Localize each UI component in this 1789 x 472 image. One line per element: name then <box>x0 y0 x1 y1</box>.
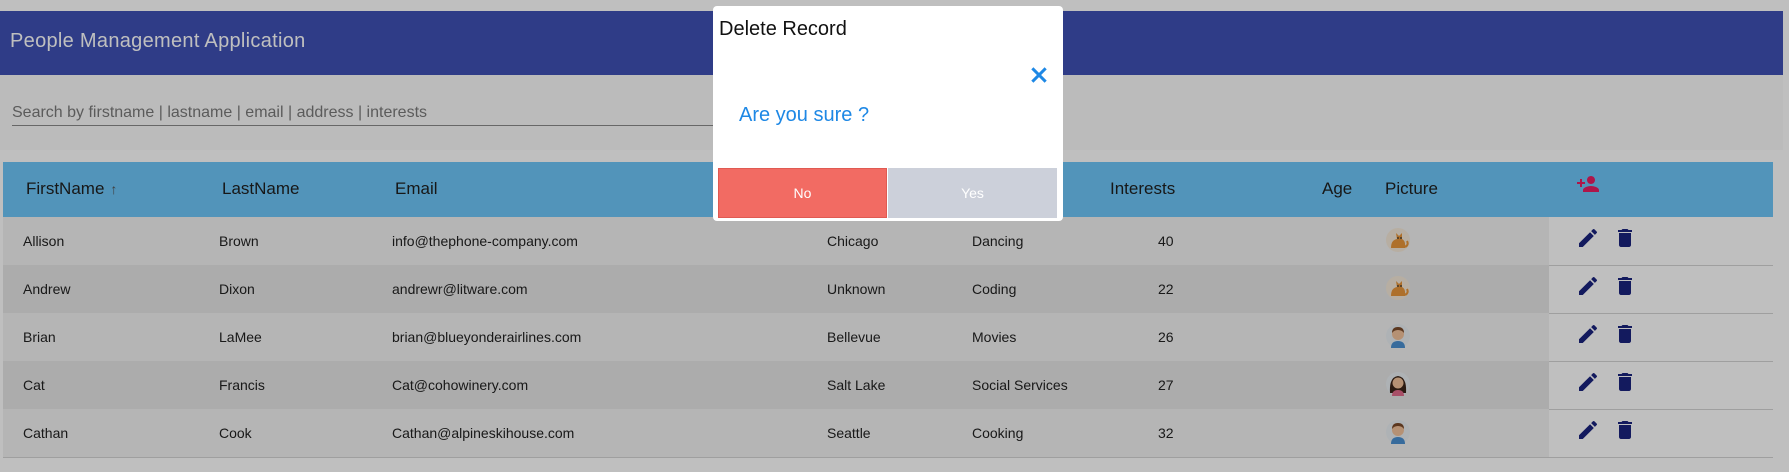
close-icon[interactable] <box>1027 63 1051 87</box>
dialog-title: Delete Record <box>719 18 847 40</box>
yes-button[interactable]: Yes <box>888 168 1057 218</box>
confirm-message: Are you sure ? <box>739 104 870 126</box>
delete-record-dialog: Delete Record Are you sure ? No Yes <box>713 6 1063 221</box>
app: People Management Application FirstName↑… <box>0 0 1789 472</box>
no-button[interactable]: No <box>718 168 887 218</box>
